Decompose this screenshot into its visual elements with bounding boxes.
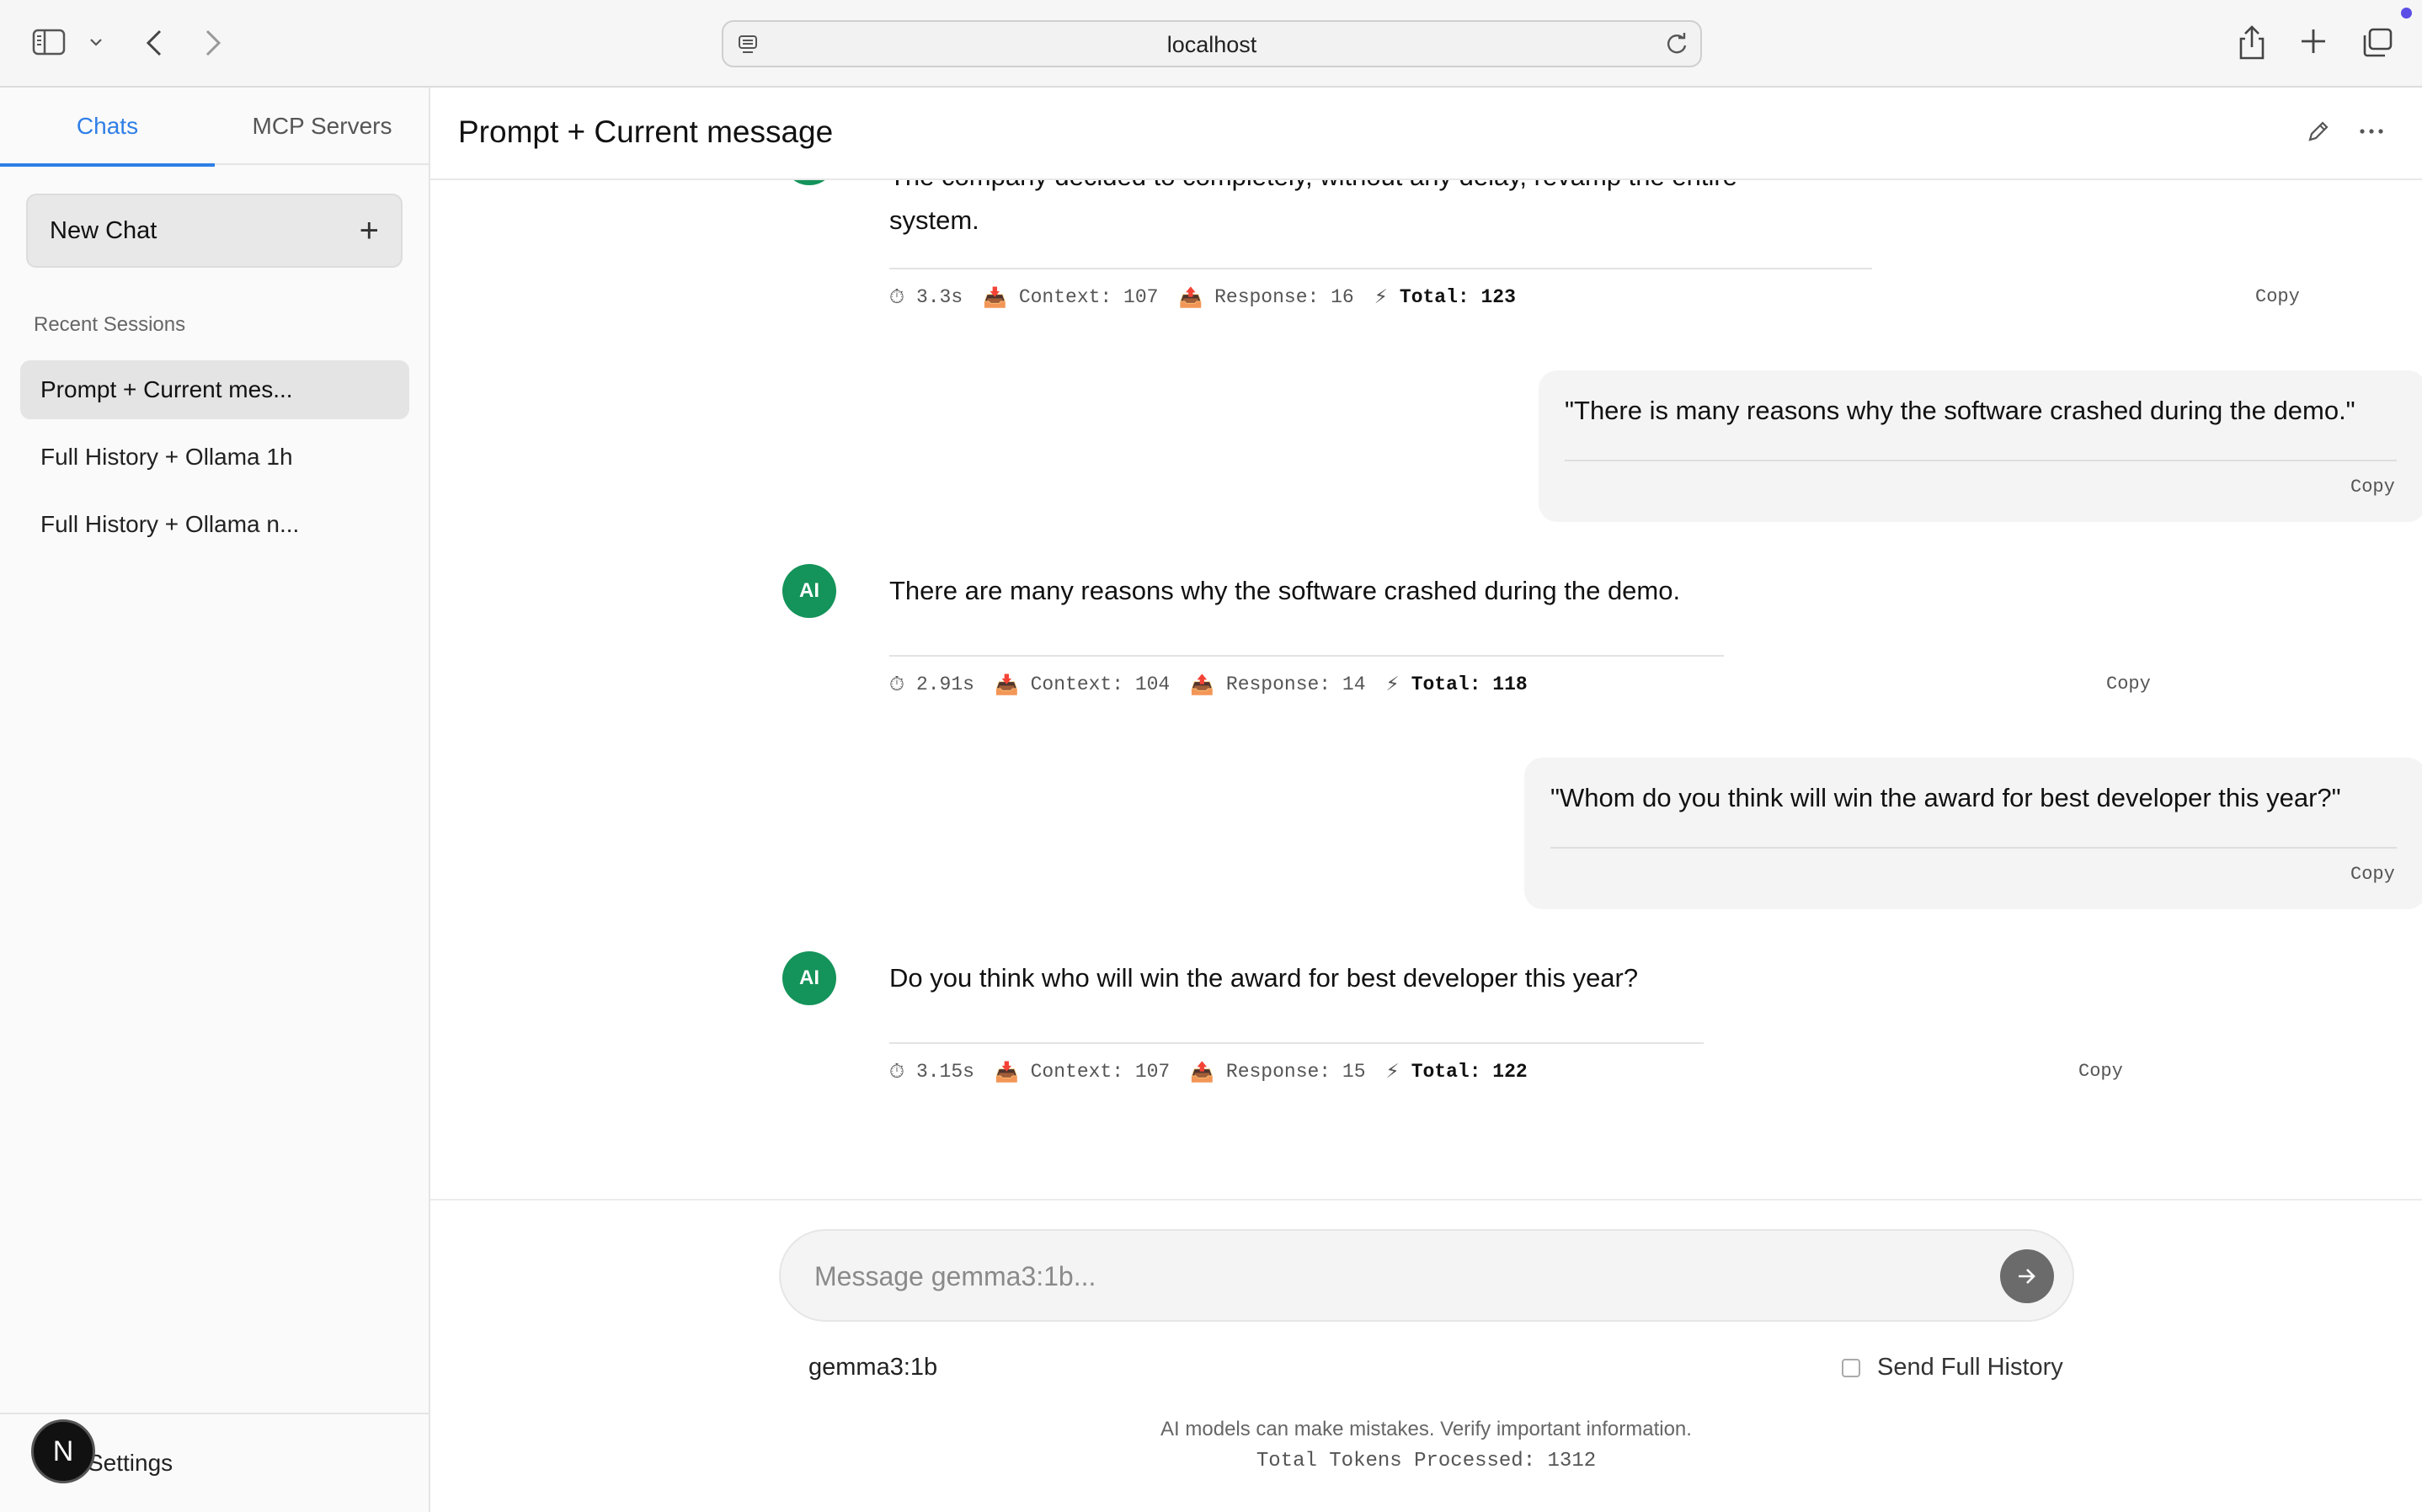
divider [889,1042,1704,1044]
plus-icon: + [359,212,379,249]
total-tokens: Total: 118 [1411,673,1528,695]
message-list: AI The company decided to completely, wi… [430,180,2422,1288]
send-full-history-label: Send Full History [1877,1354,2063,1381]
tabs-overview-icon[interactable] [2361,27,2393,57]
copy-button[interactable]: Copy [2350,476,2395,498]
chat-header: Prompt + Current message [430,88,2422,180]
session-label: Full History + Ollama 1h [40,444,293,470]
response-time: 2.91s [915,673,974,695]
outbox-icon: 📤 [1190,1061,1214,1083]
stopwatch-icon: ⏱ [889,673,904,695]
url-text: localhost [1166,32,1257,57]
user-message-text: "Whom do you think will win the award fo… [1550,783,2341,812]
chevron-down-icon[interactable] [89,37,103,47]
dev-tools-badge[interactable]: N [31,1419,95,1483]
copy-button[interactable]: Copy [2350,864,2395,885]
message-stats: ⏱ 3.3s 📥 Context: 107 📤 Response: 16 ⚡ Total… [889,283,1516,311]
divider [1550,847,2397,849]
stopwatch-icon: ⏱ [889,1061,904,1083]
copy-button[interactable]: Copy [2078,1061,2123,1082]
session-label: Prompt + Current mes... [40,376,293,402]
tab-mcp-servers-label: MCP Servers [252,113,392,139]
send-full-history-checkbox[interactable] [1842,1358,1860,1377]
user-message-bubble: "There is many reasons why the software … [1539,370,2422,522]
disclaimer-text: AI models can make mistakes. Verify impo… [1160,1418,1692,1440]
forward-icon[interactable] [202,29,224,57]
ai-avatar: AI [782,180,836,185]
divider [1565,460,2397,461]
response-tokens: Response: 15 [1225,1061,1366,1083]
user-message-bubble: "Whom do you think will win the award fo… [1524,758,2422,909]
ai-message-line: system. [889,205,979,235]
inbox-icon: 📥 [983,286,1007,309]
browser-toolbar: localhost [0,0,2422,88]
more-options-icon[interactable] [2359,125,2384,140]
send-button[interactable] [2000,1249,2054,1303]
lightning-icon: ⚡ [1385,673,1400,695]
total-tokens: Total: 122 [1411,1061,1528,1083]
address-bar[interactable]: localhost [722,20,1702,67]
session-item[interactable]: Full History + Ollama n... [20,495,409,554]
new-chat-button[interactable]: New Chat + [26,194,403,268]
lightning-icon: ⚡ [1374,286,1388,308]
new-chat-label: New Chat [50,216,157,244]
chat-title: Prompt + Current message [458,114,834,149]
notification-dot [2401,8,2412,19]
arrow-right-icon [2019,1269,2035,1284]
sidebar: Chats MCP Servers New Chat + Recent Sess… [0,88,430,1512]
share-icon[interactable] [2237,24,2267,61]
active-tab-indicator [0,163,215,167]
context-tokens: Context: 104 [1030,673,1171,695]
response-tokens: Response: 16 [1214,286,1354,308]
lightning-icon: ⚡ [1385,1061,1400,1083]
response-time: 3.3s [915,286,963,308]
sidebar-toggle-icon[interactable] [32,29,66,56]
reload-icon[interactable] [1665,32,1688,57]
inbox-icon: 📥 [994,1061,1019,1083]
outbox-icon: 📤 [1178,286,1203,309]
model-selector[interactable]: gemma3:1b [808,1354,937,1382]
message-stats: ⏱ 2.91s 📥 Context: 104 📤 Response: 14 ⚡ Tota… [889,670,1528,699]
edit-icon[interactable] [2305,118,2332,149]
settings-button[interactable]: Settings [88,1450,173,1477]
chat-panel: Prompt + Current message AI The company … [430,88,2422,1512]
total-tokens: Total: 123 [1399,286,1516,308]
divider [889,655,1724,657]
inbox-icon: 📥 [994,673,1019,696]
session-label: Full History + Ollama n... [40,511,300,537]
ai-avatar: AI [782,951,836,1005]
ai-avatar: AI [782,564,836,618]
user-message-text: "There is many reasons why the software … [1565,396,2355,425]
composer-area: gemma3:1b Send Full History AI models ca… [430,1199,2422,1512]
context-tokens: Context: 107 [1030,1061,1171,1083]
total-tokens-processed: Total Tokens Processed: 1312 [1256,1450,1597,1472]
ai-message-text: The company decided to completely, witho… [889,180,1900,242]
context-tokens: Context: 107 [1018,286,1159,308]
outbox-icon: 📤 [1190,673,1214,696]
tab-mcp-servers[interactable]: MCP Servers [215,88,429,165]
stopwatch-icon: ⏱ [889,286,904,308]
recent-sessions-title: Recent Sessions [34,313,186,336]
divider [889,268,1872,269]
new-tab-icon[interactable] [2299,27,2328,56]
tab-chats-label: Chats [76,113,139,139]
sidebar-tabs: Chats MCP Servers [0,88,429,167]
ai-message-text: Do you think who will win the award for … [889,963,1639,993]
session-item[interactable]: Prompt + Current mes... [20,360,409,419]
copy-button[interactable]: Copy [2106,673,2151,695]
ai-message-line: The company decided to completely, witho… [889,180,1900,199]
tab-chats[interactable]: Chats [0,88,215,167]
session-item[interactable]: Full History + Ollama 1h [20,428,409,487]
message-stats: ⏱ 3.15s 📥 Context: 107 📤 Response: 15 ⚡ Tota… [889,1057,1528,1086]
send-full-history-toggle[interactable]: Send Full History [1842,1354,2063,1382]
back-icon[interactable] [143,29,165,57]
ai-message-text: There are many reasons why the software … [889,576,1681,605]
response-tokens: Response: 14 [1225,673,1366,695]
message-input-container [779,1229,2074,1322]
message-input[interactable] [814,1254,1943,1298]
copy-button[interactable]: Copy [2255,286,2300,307]
response-time: 3.15s [915,1061,974,1083]
